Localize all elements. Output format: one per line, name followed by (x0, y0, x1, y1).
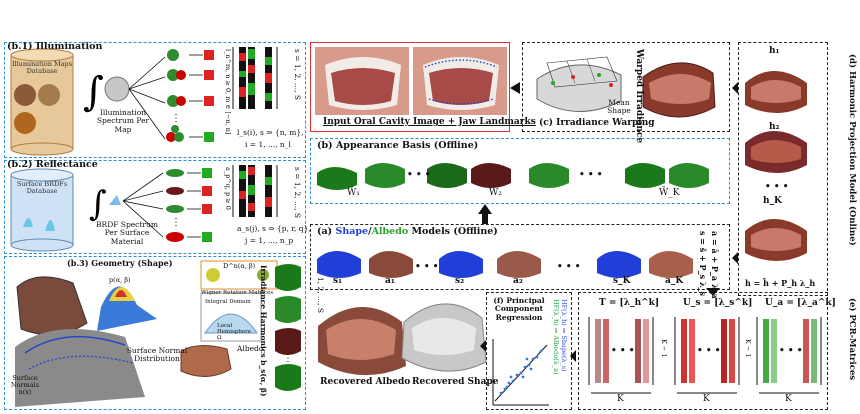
panel-shape-albedo: (a) Shape/Albedo Models (Offline) s₁ a₁ … (310, 224, 730, 299)
regression-title: (f) Principal Component Regression (493, 296, 545, 322)
panel-reflectance: ∫ ⋮ (b.2) Reflectance Surface BRDFs Data… (4, 159, 311, 254)
warping-warped-label: Warped Irradiance (634, 49, 644, 144)
reflectance-spectrum-label: BRDF Spectrum Per Surface Material (96, 220, 158, 246)
appearance-w1: W̄₁ (347, 188, 360, 198)
geometry-title: (b.3) Geometry (Shape) (67, 258, 173, 268)
panel-illumination: ∫ ⋮ (b.1) Illumination Illumination Maps… (4, 41, 306, 158)
geometry-pfunc: p(α, β) (109, 276, 131, 284)
svg-text:⋮: ⋮ (283, 353, 293, 364)
shape-albedo-s1: s₁ (333, 276, 343, 286)
shape-albedo-title-albedo: Albedo (371, 226, 409, 237)
svg-text:∫: ∫ (89, 184, 107, 224)
reflectance-db-label: Surface BRDFs Database (16, 180, 68, 196)
panel-input-image: Input Oral Cavity Image + Jaw Landmarks (310, 42, 536, 132)
svg-text:⋮: ⋮ (171, 113, 181, 124)
recovered-shape: Recovered Shape (412, 377, 499, 387)
geometry-wigner-formula: D^n(α, β) (223, 262, 256, 270)
geometry-normals-label: Surface Normals n(x) (10, 374, 40, 397)
pcr-Ua: U_a = [λ_a^k] (765, 298, 836, 308)
geometry-integral-domain: Integral Domain (205, 299, 251, 305)
geometry-irradiance-label: Irradiance Harmonics b_s(α, β) (259, 265, 268, 397)
appearance-wk: W̄_K (659, 188, 680, 198)
pcr-Us: U_s = [λ_s^k] (683, 298, 753, 308)
shape-albedo-title-shape: Shape (335, 226, 369, 237)
reflectance-title: (b.2) Reflectance (7, 159, 98, 170)
pcr-K-2: K (703, 394, 710, 404)
harmonic-dots: • • • (765, 182, 789, 192)
pcr-T: T = [λ_h^k] (599, 298, 660, 308)
appearance-title: (b) Appearance Basis (Offline) (317, 140, 479, 151)
harmonic-graphics (745, 71, 807, 261)
pcr-Km1-2: K − 1 (744, 339, 752, 358)
illumination-title: (b.1) Illumination (7, 41, 103, 52)
reflectance-formula-2: j = 1, ..., n_p (245, 236, 294, 245)
panel-appearance-basis: (b) Appearance Basis (Offline) W̄₁ • • •… (310, 138, 730, 204)
panel-irradiance-warping: (c) Irradiance Warping Warped Irradiance… (522, 42, 730, 143)
warping-mean-shape: Mean Shape (607, 98, 631, 116)
shape-albedo-eq2: s = s̄ + P_s λ_s (698, 231, 708, 296)
illumination-formula-1: l_s(i), s ⇒ {n, m}, (237, 128, 304, 137)
pcr-Km1-1: K − 1 (660, 339, 668, 358)
pcr-dots-1: • • • (611, 346, 635, 356)
pcr-K-1: K (617, 394, 624, 404)
pcr-dots-2: • • • (697, 346, 721, 356)
reflectance-index: a_p^q, p ≥ 0 (224, 167, 232, 210)
shape-albedo-eq1: a = ā + P_a λ_a (710, 231, 720, 299)
regression-v2: HF(λ_h) ⇒ Albedo(λ_a) (552, 299, 560, 375)
reflectance-s-range: s = 1, 2, ..., S (293, 167, 302, 219)
input-caption: Input Oral Cavity Image + Jaw Landmarks (323, 117, 536, 127)
illumination-spectrum-label: Illumination Spectrum Per Map (96, 108, 150, 134)
illumination-formula-2: i = 1, ..., n_l (245, 140, 291, 149)
panel-geometry: ⋮ (b.3) Geometry (Shape) p(α, β) Surface… (4, 256, 306, 410)
reflectance-formula-1: a_s(j), s ⇒ {p, r, q}, (237, 224, 311, 233)
appearance-dots-1: • • • (407, 170, 431, 180)
shape-albedo-title-pre: (a) (317, 226, 336, 237)
recovered-albedo: Recovered Albedo (320, 377, 411, 387)
pcr-K-3: K (785, 394, 792, 404)
shape-albedo-title-post: Models (Offline) (408, 226, 498, 237)
harmonic-title: (d) Harmonic Projection Model (Online) (847, 54, 857, 246)
geometry-local-hemisphere: Local Hemisphere Ω (217, 323, 252, 342)
geometry-normal-dist: Surface Normal Distribution (126, 346, 188, 364)
panel-regression: (f) Principal Component Regression HF(λ_… (486, 292, 572, 410)
shape-albedo-a1: a₁ (385, 276, 395, 286)
appearance-dots-2: • • • (579, 170, 603, 180)
harmonic-h1: h₁ (769, 46, 780, 56)
harmonic-eq: h = h̄ + P_h λ_h (745, 278, 816, 288)
harmonic-h2: h₂ (769, 122, 780, 132)
shape-albedo-dots-2: • • • (557, 262, 581, 272)
illumination-db-label: Illumination Maps Database (11, 60, 73, 76)
illumination-index: l_n^m, n ≥ 0, m ∈ [−n, n] (224, 49, 232, 135)
pcr-title: (e) PCR-Matrices (847, 298, 857, 381)
panel-pcr-matrices: T = [λ_h^k] U_s = [λ_s^k] U_a = [λ_a^k] … (578, 292, 836, 410)
shape-albedo-a2: a₂ (513, 276, 523, 286)
shape-albedo-s2: s₂ (455, 276, 465, 286)
appearance-w2: W̄₂ (489, 188, 502, 198)
regression-v1: HF(λ_h) ⇒ Shape(λ_s) (560, 299, 568, 372)
harmonic-hk: h_K (763, 196, 782, 206)
shape-albedo-dots-1: • • • (415, 262, 439, 272)
pcr-dots-3: • • • (779, 346, 803, 356)
panel-harmonic-projection: h₁ h₂ • • • h_K h = h̄ + P_h λ_h (738, 42, 828, 296)
svg-text:⋮: ⋮ (171, 217, 181, 228)
shape-albedo-title: (a) Shape/Albedo Models (Offline) (317, 226, 498, 237)
shape-albedo-ak: a_K (665, 276, 684, 286)
illumination-s-range: s = 1, 2, ..., S (293, 49, 302, 101)
shape-albedo-sk: s_K (613, 276, 631, 286)
